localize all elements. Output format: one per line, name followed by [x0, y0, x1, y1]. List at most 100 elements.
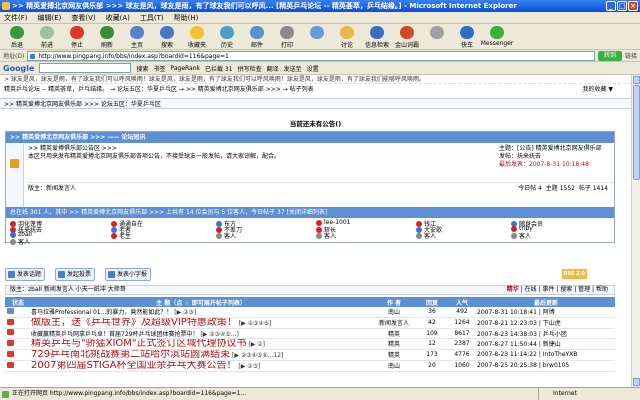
tool-search[interactable]: 搜索 [560, 286, 572, 293]
google-settings-button[interactable]: 设置 [307, 64, 319, 73]
online-user[interactable]: 客人 [10, 237, 30, 246]
announce-topic[interactable]: 主题：[公告] 精英爱搏北京网友俱乐部 [499, 145, 614, 153]
announce-title[interactable]: >> 精英爱搏俱乐部公告区 >>> [28, 145, 478, 153]
topic-author[interactable]: 精英 [371, 328, 417, 339]
topic-title[interactable]: 729乒乓南北挑战赛第二站哈尔滨站圆满结束 [31, 349, 230, 359]
popup-blocker-button[interactable]: 已拦截 31 [205, 64, 233, 73]
topic-title[interactable]: 2007第四届STIGA杯全国业余乒乓大赛公告！ [31, 360, 236, 370]
online-user[interactable]: 客人 [511, 231, 531, 240]
scroll-up-arrow[interactable] [633, 76, 640, 84]
toolbar-research-button[interactable]: 信息检索 [362, 24, 392, 50]
topic-author[interactable]: 新闻发言人 [371, 317, 417, 329]
table-row[interactable]: 729乒乓南北挑战赛第二站哈尔滨站圆满结束 [▶ ②③④⑤⑥...12] 精英 17… [5, 349, 615, 361]
toolbar-stop-button[interactable]: 停止 [62, 24, 92, 50]
google-bookmarks-button[interactable]: 书签 [153, 64, 165, 73]
menu-edit[interactable]: 编辑(E) [38, 12, 62, 23]
online-user[interactable]: 客人 [416, 231, 436, 240]
tool-elite[interactable]: 精华 [507, 286, 519, 293]
google-search-button[interactable]: 搜索 [136, 64, 148, 73]
online-user[interactable]: 客人 [216, 231, 236, 240]
topic-title[interactable]: 做版主，送《乒乓世界》及超级VIP特惠政策！ [31, 317, 237, 327]
topic-pages[interactable]: [▶ ②③④⑤...] [200, 331, 238, 338]
rss-badge[interactable]: RSS 2.0 [561, 269, 587, 279]
online-user[interactable]: 客人 [316, 231, 336, 240]
table-row[interactable]: 喜马拉雅Professional 01...的暴力，竟然能如此？！ [▶ ②③]… [5, 307, 615, 318]
topic-pages[interactable]: [▶ ②③] [174, 309, 196, 316]
topic-author[interactable]: 精英 [371, 349, 417, 361]
toolbar-print-button[interactable]: 打印 [272, 24, 302, 50]
new-bulletin-button[interactable]: 发表小字报 [105, 268, 152, 281]
toolbar-refresh-button[interactable]: 刷新 [92, 24, 122, 50]
minimize-button[interactable]: _ [606, 1, 616, 11]
maximize-button[interactable]: □ [617, 1, 627, 11]
tool-events[interactable]: 事件 [542, 286, 554, 293]
toolbar-search-button[interactable]: 搜索 [152, 24, 182, 50]
last-update-user[interactable]: | 下山虎 [539, 320, 561, 327]
links-button[interactable]: 链接 [625, 51, 637, 60]
topic-title[interactable]: 精英乒乓与"骄猛XIOM"正式签订区域代理协议书 [31, 338, 247, 348]
toolbar-flag-button[interactable] [422, 24, 452, 50]
topic-pages[interactable]: [▶ ②] [248, 341, 265, 348]
last-update-user[interactable]: | 乒乓小团 [539, 331, 567, 338]
new-topic-button[interactable]: 发表话题 [5, 268, 46, 281]
topic-title-cell[interactable]: 喜马拉雅Professional 01...的暴力，竟然能如此？！ [▶ ②③] [31, 307, 371, 318]
toolbar-home-button[interactable]: 主页 [122, 24, 152, 50]
my-favorites-link[interactable]: 我的收藏 ▼ [582, 85, 613, 95]
tool-manage[interactable]: 管理 [578, 286, 590, 293]
translate-button[interactable]: 翻译 [267, 64, 279, 73]
table-row[interactable]: 2007第四届STIGA杯全国业余乒乓大赛公告！ [▶ ②③] 南山 20 1060 2… [5, 360, 615, 372]
toolbar-history-button[interactable]: 历史 [212, 24, 242, 50]
menu-view[interactable]: 查看(V) [71, 12, 95, 23]
last-update-user[interactable]: | 阿博 [539, 309, 555, 316]
topic-pages[interactable]: [▶ ②③④⑤⑥...12] [232, 352, 283, 359]
topic-title-cell[interactable]: 收藏赢精英乒乓网拿乒乓卓！首届729杯乒乓球团体赛抢票中！ [▶ ②③④⑤...… [31, 328, 371, 339]
online-users-header[interactable]: 总在线 301 人，其中 >> 精英爱搏北京网友俱乐部 >>> 上共有 14 位… [6, 207, 614, 218]
vertical-scrollbar[interactable] [631, 75, 640, 387]
topic-title[interactable]: 收藏赢精英乒乓网拿乒乓卓！首届729杯乒乓球团体赛抢票中！ [31, 331, 198, 338]
stat-posts: 帖子 1414 [578, 185, 608, 192]
menu-favorites[interactable]: 收藏(A) [106, 12, 130, 23]
scroll-down-arrow[interactable] [633, 378, 640, 386]
last-update-user[interactable]: | 新捷山 [539, 341, 561, 348]
topic-author[interactable]: 南山 [371, 307, 417, 318]
toolbar-edit-button[interactable] [302, 24, 332, 50]
address-input[interactable]: http://www.pingpang.info/bbs/index.asp?b… [27, 50, 595, 61]
tool-online[interactable]: 在线 [525, 286, 537, 293]
toolbar-mail-button[interactable]: 邮件 [242, 24, 272, 50]
google-search-input[interactable] [39, 63, 132, 73]
tool-help[interactable]: 帮助 [596, 286, 608, 293]
toolbar-forward-button[interactable]: 前进 [32, 24, 62, 50]
table-row[interactable]: 收藏赢精英乒乓网拿乒乓卓！首届729杯乒乓球团体赛抢票中！ [▶ ②③④⑤...… [5, 328, 615, 339]
toolbar-dictionary-button[interactable]: 金山词霸 [392, 24, 422, 50]
toolbar-discuss-button[interactable]: 讨论 [332, 24, 362, 50]
pagerank-indicator[interactable]: PageRank [170, 65, 200, 72]
table-row[interactable]: 精英乒乓与"骄猛XIOM"正式签订区域代理协议书 [▶ ②] 精英 12 2387 20… [5, 338, 615, 350]
menu-tools[interactable]: 工具(T) [140, 12, 164, 23]
topic-title-cell[interactable]: 2007第四届STIGA杯全国业余乒乓大赛公告！ [▶ ②③] [31, 360, 371, 372]
go-button[interactable]: 转到 [597, 50, 622, 61]
topic-author[interactable]: 精英 [371, 338, 417, 350]
last-update-user[interactable]: | IntoTheYXB [539, 351, 578, 358]
toolbar-back-button[interactable]: 后退 [2, 24, 32, 50]
menu-help[interactable]: 帮助(H) [174, 12, 199, 23]
table-row[interactable]: 做版主，送《乒乓世界》及超级VIP特惠政策！ [▶ ②③④⑤] 新闻发言人 42 12… [5, 317, 615, 329]
topic-title-cell[interactable]: 精英乒乓与"骄猛XIOM"正式签订区域代理协议书 [▶ ②] [31, 338, 371, 350]
toolbar-favorites-button[interactable]: 收藏夹 [182, 24, 212, 50]
topic-pages[interactable]: [▶ ②③④⑤] [239, 320, 272, 327]
toolbar-flashget-button[interactable]: 快车 [452, 24, 482, 50]
toolbar-messenger-button[interactable]: Messenger [481, 24, 513, 50]
last-update-user[interactable]: | brw0105 [539, 362, 569, 369]
close-button[interactable]: × [628, 1, 638, 11]
new-poll-button[interactable]: 发起投票 [55, 268, 96, 281]
send-to-button[interactable]: 发送至 [284, 64, 302, 73]
topic-title-cell[interactable]: 729乒乓南北挑战赛第二站哈尔滨站圆满结束 [▶ ②③④⑤⑥...12] [31, 349, 371, 361]
scroll-thumb[interactable] [633, 85, 640, 180]
menu-file[interactable]: 文件(F) [4, 12, 28, 23]
topic-author[interactable]: 南山 [371, 360, 417, 372]
online-user[interactable]: 老生 [111, 231, 131, 240]
spellcheck-button[interactable]: 拼写检查 [238, 64, 262, 73]
breadcrumb-text[interactable]: 精英乒乓论坛 -- 精英荟萃，乒乓结缘。 → 论坛五区：华夏乒乓区 → >> 精… [4, 86, 314, 93]
topic-title-cell[interactable]: 做版主，送《乒乓世界》及超级VIP特惠政策！ [▶ ②③④⑤] [31, 317, 371, 329]
topic-title[interactable]: 喜马拉雅Professional 01...的暴力，竟然能如此？！ [31, 309, 172, 316]
topic-pages[interactable]: [▶ ②③] [238, 363, 260, 370]
